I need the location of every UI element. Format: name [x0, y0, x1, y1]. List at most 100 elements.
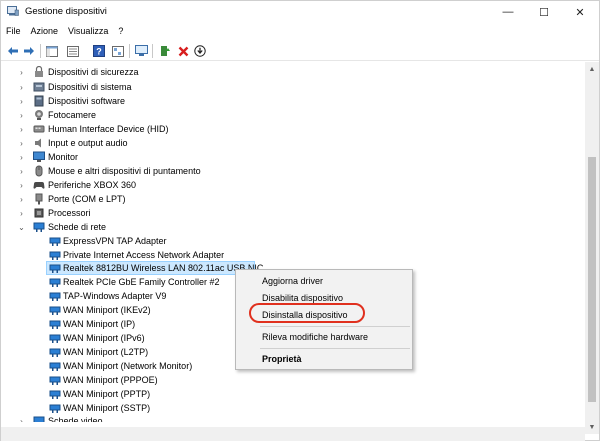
network-adapter-item[interactable]: WAN Miniport (SSTP)	[1, 401, 585, 415]
context-separator	[260, 348, 410, 349]
network-adapter-icon	[49, 390, 61, 399]
download-icon[interactable]	[192, 43, 208, 59]
context-item-properties[interactable]: Proprietà	[236, 351, 412, 367]
expand-chevron-icon[interactable]: ›	[17, 150, 26, 164]
toolbar-separator	[129, 44, 130, 58]
tree-category-label: Dispositivi software	[48, 96, 126, 106]
network-adapter-icon	[49, 376, 61, 385]
network-icon	[33, 222, 45, 232]
menu-bar: File Azione Visualizza ?	[1, 24, 599, 39]
tree-category[interactable]: › Mouse e altri dispositivi di puntament…	[1, 164, 585, 178]
scrollbar-thumb[interactable]	[588, 157, 596, 402]
properties-icon[interactable]	[65, 43, 81, 59]
menu-help[interactable]: ?	[113, 24, 128, 39]
tree-category[interactable]: › Dispositivi software	[1, 94, 585, 108]
display-adapter-icon	[33, 416, 45, 422]
expand-chevron-icon[interactable]: ›	[17, 192, 26, 206]
tree-category[interactable]: › Porte (COM e LPT)	[1, 192, 585, 206]
toolbar-separator	[152, 44, 153, 58]
menu-azione[interactable]: Azione	[26, 24, 64, 39]
network-adapter-label: WAN Miniport (PPPOE)	[63, 375, 158, 385]
network-adapter-label: WAN Miniport (IPv6)	[63, 333, 145, 343]
network-adapter-icon	[49, 251, 61, 260]
network-adapter-icon	[49, 320, 61, 329]
cpu-icon	[34, 208, 44, 218]
menu-visualizza[interactable]: Visualizza	[63, 24, 113, 39]
toolbar-separator	[40, 44, 41, 58]
network-adapter-label: Realtek 8812BU Wireless LAN 802.11ac USB…	[63, 263, 264, 273]
network-adapter-label: Private Internet Access Network Adapter	[63, 250, 225, 260]
network-adapter-icon	[49, 264, 61, 273]
tree-category[interactable]: › Dispositivi di sicurezza	[1, 65, 585, 79]
tree-category[interactable]: › Dispositivi di sistema	[1, 80, 585, 94]
expand-chevron-icon[interactable]: ›	[17, 136, 26, 150]
monitor-icon	[33, 151, 45, 162]
network-adapter-icon	[49, 292, 61, 301]
port-icon	[35, 193, 43, 205]
expand-chevron-icon[interactable]: ›	[17, 108, 26, 122]
network-adapter-icon	[49, 237, 61, 246]
tree-category[interactable]: › Monitor	[1, 150, 585, 164]
horizontal-scrollbar[interactable]	[1, 427, 585, 441]
context-item-update-driver[interactable]: Aggiorna driver	[236, 273, 412, 289]
network-adapter-label: WAN Miniport (IP)	[63, 319, 136, 329]
expand-chevron-icon[interactable]: ›	[17, 94, 26, 108]
expand-chevron-icon[interactable]: ›	[17, 164, 26, 178]
maximize-button[interactable]: ☐	[526, 3, 562, 21]
collapse-chevron-icon[interactable]: ⌄	[17, 220, 26, 234]
network-adapter-icon	[49, 278, 61, 287]
network-adapter-label: WAN Miniport (IKEv2)	[63, 305, 151, 315]
security-icon	[35, 66, 43, 77]
update-driver-icon[interactable]	[157, 43, 173, 59]
menu-file[interactable]: File	[1, 24, 26, 39]
expand-icon[interactable]	[110, 43, 126, 59]
expand-chevron-icon[interactable]: ›	[17, 178, 26, 192]
vertical-scrollbar[interactable]: ▲ ▼	[585, 62, 599, 434]
expand-chevron-icon[interactable]: ›	[17, 122, 26, 136]
forward-icon[interactable]	[21, 43, 37, 59]
tree-category-label: Monitor	[48, 152, 79, 162]
network-adapter-label: WAN Miniport (Network Monitor)	[63, 361, 193, 371]
network-adapter-item[interactable]: ExpressVPN TAP Adapter	[1, 234, 585, 248]
show-hide-tree-icon[interactable]	[44, 43, 60, 59]
tree-category-label: Porte (COM e LPT)	[48, 194, 126, 204]
tree-category-label: Dispositivi di sicurezza	[48, 67, 139, 77]
minimize-button[interactable]: —	[490, 3, 526, 21]
uninstall-icon[interactable]	[175, 43, 191, 59]
toolbar: ?	[1, 41, 599, 61]
help-icon[interactable]: ?	[91, 43, 107, 59]
window-title: Gestione dispositivi	[25, 6, 107, 17]
tree-category[interactable]: › Processori	[1, 206, 585, 220]
device-manager-icon	[7, 6, 19, 16]
expand-chevron-icon[interactable]: ›	[17, 206, 26, 220]
network-adapter-item[interactable]: WAN Miniport (PPPOE)	[1, 373, 585, 387]
tree-category-label: Schede video	[48, 416, 103, 422]
expand-chevron-icon[interactable]: ›	[17, 414, 26, 423]
context-item-scan-hardware[interactable]: Rileva modifiche hardware	[236, 329, 412, 345]
network-adapter-item[interactable]: Private Internet Access Network Adapter	[1, 248, 585, 262]
network-adapter-label: WAN Miniport (L2TP)	[63, 347, 149, 357]
network-adapter-icon	[49, 348, 61, 357]
tree-category[interactable]: › Human Interface Device (HID)	[1, 122, 585, 136]
back-icon[interactable]	[5, 43, 21, 59]
scroll-up-icon[interactable]: ▲	[585, 62, 599, 76]
tree-category[interactable]: › Input e output audio	[1, 136, 585, 150]
close-button[interactable]: ✕	[562, 3, 598, 21]
network-adapter-label: Realtek PCIe GbE Family Controller #2	[63, 277, 220, 287]
monitor-scan-icon[interactable]	[133, 43, 149, 59]
network-adapter-label: WAN Miniport (SSTP)	[63, 403, 151, 413]
network-adapter-icon	[49, 404, 61, 413]
tree-category[interactable]: › Fotocamere	[1, 108, 585, 122]
tree-category-network[interactable]: ⌄ Schede di rete	[1, 220, 585, 234]
tree-category-label: Input e output audio	[48, 138, 128, 148]
device-manager-window: Gestione dispositivi — ☐ ✕ File Azione V…	[0, 0, 600, 441]
mouse-icon	[35, 165, 43, 177]
network-adapter-item[interactable]: WAN Miniport (PPTP)	[1, 387, 585, 401]
scroll-down-icon[interactable]: ▼	[585, 420, 599, 434]
tree-category[interactable]: › Schede video	[1, 414, 585, 422]
expand-chevron-icon[interactable]: ›	[17, 80, 26, 94]
tree-category[interactable]: › Periferiche XBOX 360	[1, 178, 585, 192]
gamepad-icon	[33, 182, 45, 189]
expand-chevron-icon[interactable]: ›	[17, 65, 26, 79]
network-adapter-icon	[49, 334, 61, 343]
